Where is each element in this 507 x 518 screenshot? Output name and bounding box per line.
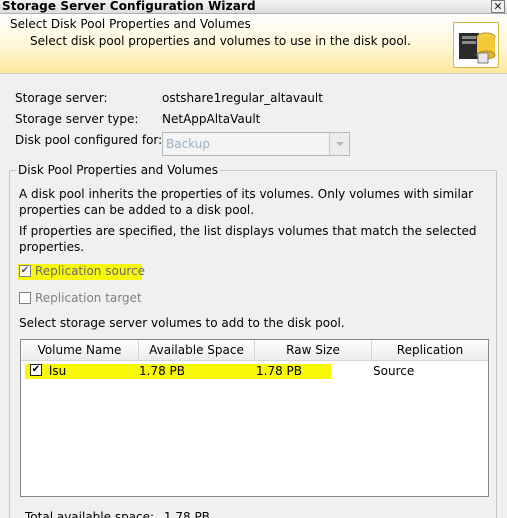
column-replication[interactable]: Replication — [372, 340, 488, 361]
banner-subtitle: Select disk pool properties and volumes … — [30, 34, 411, 48]
disk-pool-for-value: Backup — [166, 137, 210, 151]
chevron-down-icon[interactable] — [329, 133, 349, 155]
total-available-value: 1.78 PB — [163, 510, 210, 518]
total-available-label: Total available space: — [25, 510, 155, 518]
replication-target-checkbox[interactable] — [19, 292, 31, 304]
window-title: Storage Server Configuration Wizard — [2, 0, 256, 13]
table-row[interactable]: ✔ lsu 1.78 PB 1.78 PB Source — [21, 362, 488, 380]
storage-server-value: ostshare1regular_altavault — [162, 91, 323, 105]
storage-server-type-value: NetAppAltaVault — [162, 112, 261, 126]
filter-description: If properties are specified, the list di… — [19, 224, 477, 254]
select-volumes-text: Select storage server volumes to add to … — [19, 316, 345, 330]
volumes-table: Volume Name Available Space Raw Size Rep… — [20, 339, 489, 497]
banner-title: Select Disk Pool Properties and Volumes — [10, 17, 251, 31]
cell-replication: Source — [373, 364, 415, 378]
table-header: Volume Name Available Space Raw Size Rep… — [21, 340, 488, 361]
total-available-space: Total available space: 1.78 PB — [25, 510, 210, 518]
close-button[interactable]: ✕ — [491, 0, 505, 13]
storage-pool-icon — [453, 22, 499, 68]
column-available-space[interactable]: Available Space — [139, 340, 255, 361]
replication-source-label: Replication source — [35, 264, 146, 278]
column-raw-size[interactable]: Raw Size — [255, 340, 372, 361]
storage-server-type-label: Storage server type: — [15, 112, 139, 126]
wizard-header-banner: Select Disk Pool Properties and Volumes … — [0, 14, 507, 74]
title-bar: Storage Server Configuration Wizard ✕ — [0, 0, 507, 14]
group-title: Disk Pool Properties and Volumes — [16, 163, 220, 177]
replication-source-checkbox[interactable]: ✔ — [19, 265, 31, 277]
storage-server-label: Storage server: — [15, 91, 108, 105]
column-volume-name[interactable]: Volume Name — [21, 340, 139, 361]
disk-pool-for-label: Disk pool configured for: — [15, 133, 163, 147]
row-checkbox[interactable]: ✔ — [30, 364, 42, 376]
replication-target-label: Replication target — [35, 291, 142, 305]
cell-available-space: 1.78 PB — [139, 364, 186, 378]
wizard-window: Storage Server Configuration Wizard ✕ Se… — [0, 0, 507, 518]
disk-pool-for-select[interactable]: Backup — [162, 132, 350, 156]
cell-volume-name: lsu — [49, 364, 67, 378]
cell-raw-size: 1.78 PB — [256, 364, 303, 378]
inherit-description: A disk pool inherits the properties of i… — [19, 187, 474, 217]
